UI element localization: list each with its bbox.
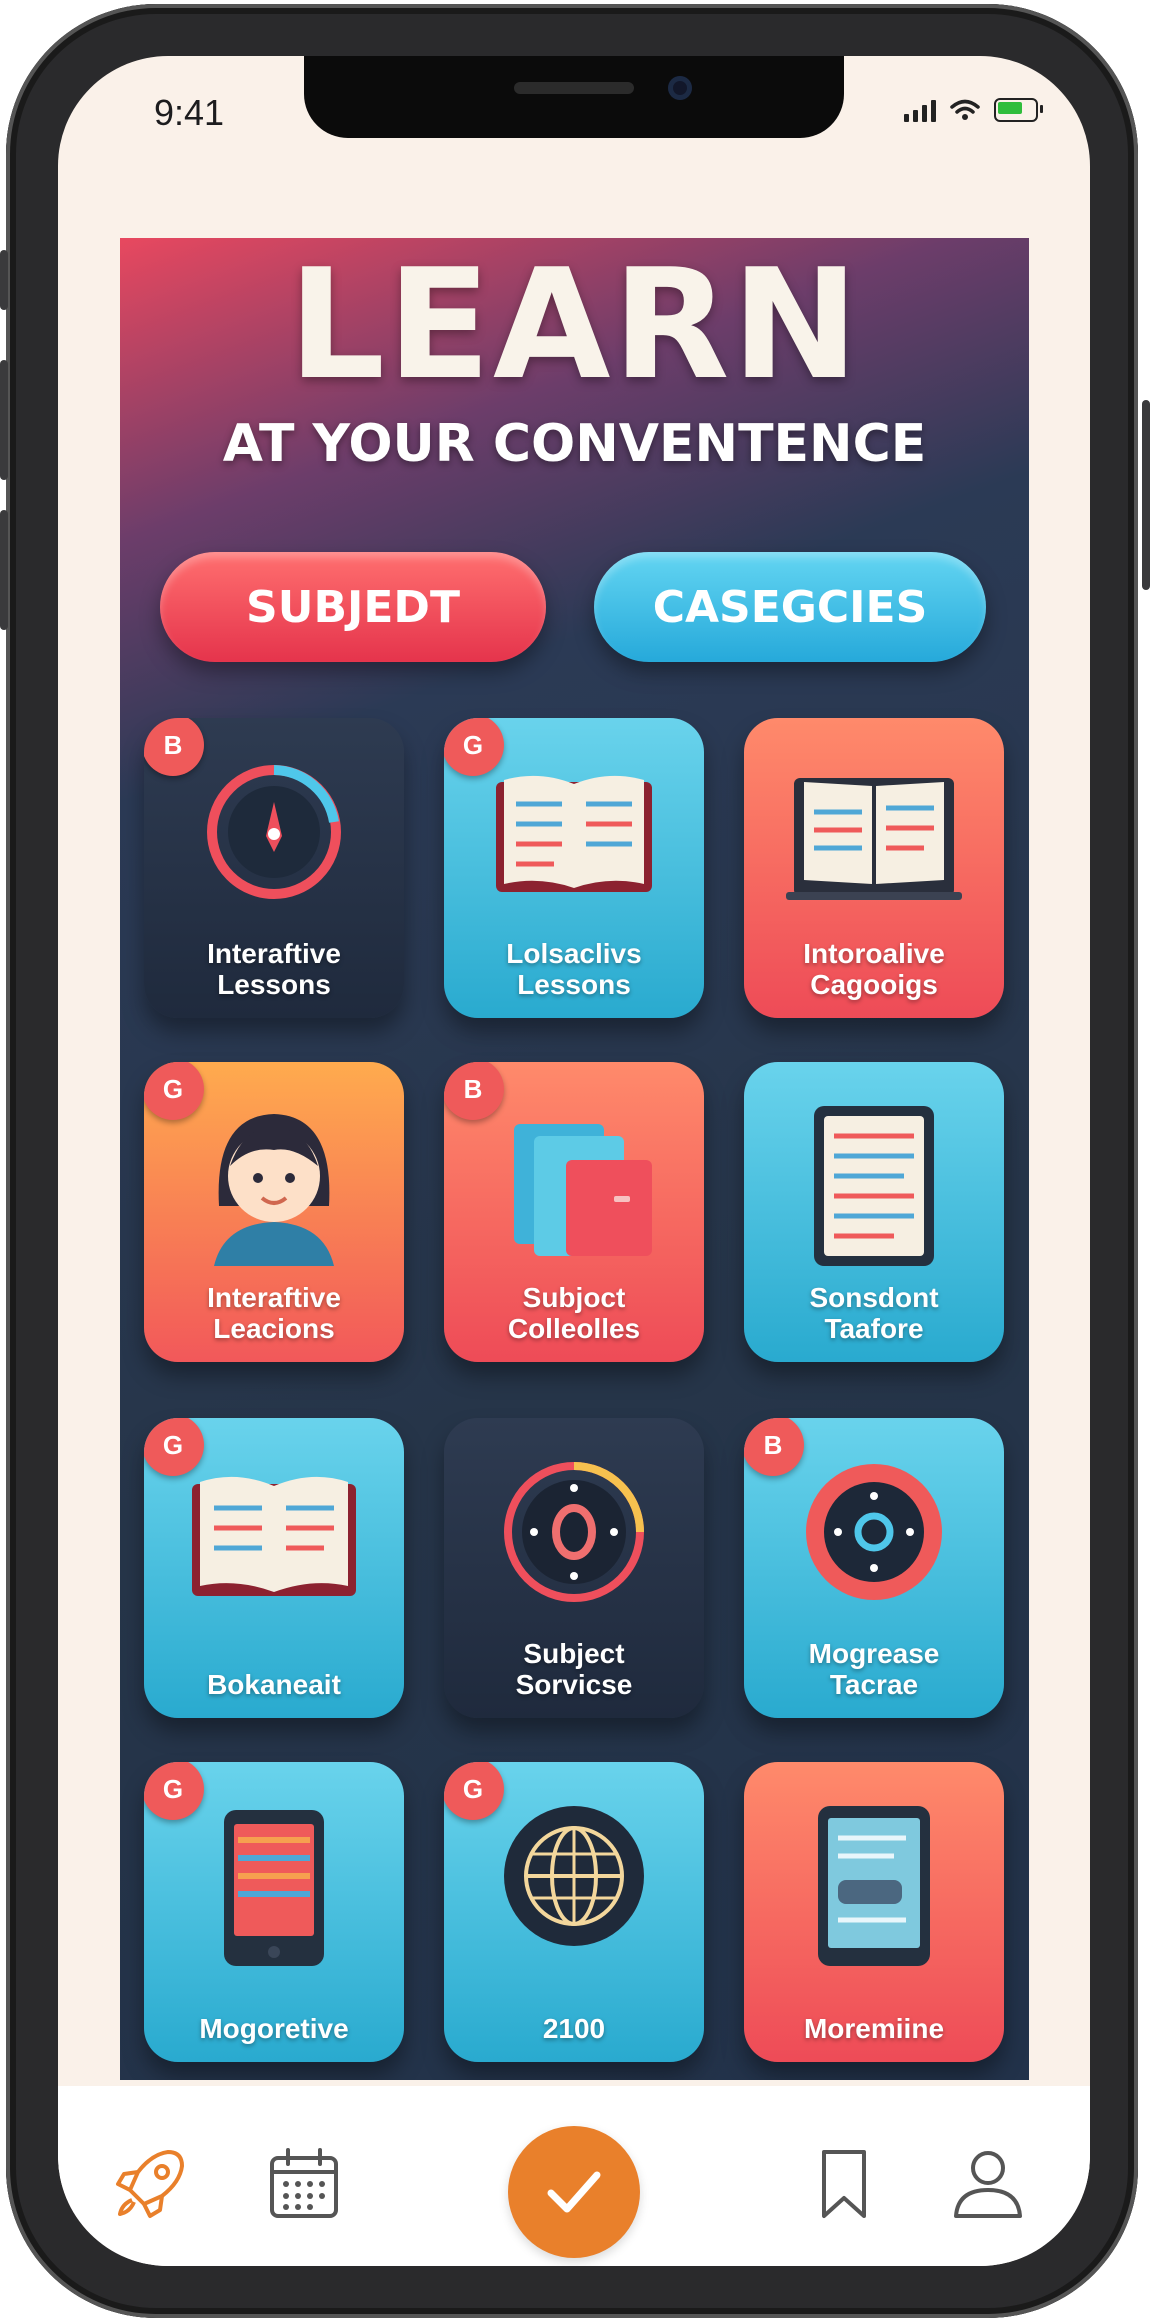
- tile-progress-tracker[interactable]: B Mogrease Tacrae: [744, 1418, 1004, 1718]
- status-time: 9:41: [154, 92, 225, 133]
- tile-interactive-lessons[interactable]: B Interaftive Lessons: [144, 718, 404, 1018]
- poster-headline: LEARN: [288, 238, 861, 413]
- checkmark-icon: [547, 2171, 601, 2213]
- poster-subheadline: AT YOUR CONVENTENCE: [222, 414, 927, 474]
- mute-switch: [0, 250, 8, 310]
- tile-interactive-learners[interactable]: G Interaftive Leacions: [144, 1062, 404, 1362]
- tab-bookmarks[interactable]: [804, 2144, 884, 2224]
- tile-subject-services[interactable]: Subject Sorvicse: [444, 1418, 704, 1718]
- tile-label: Subjoct Colleolles: [507, 1282, 641, 1344]
- tab-explore[interactable]: [110, 2144, 190, 2224]
- tab-calendar[interactable]: [264, 2144, 344, 2224]
- tile-categories[interactable]: Intoroalive Cagooigs: [744, 718, 1004, 1018]
- tile-label: 2100: [542, 2013, 606, 2044]
- tile-label: Interaftive Leacions: [207, 1282, 341, 1344]
- tablet-icon: [224, 1810, 324, 1966]
- document-icon: [814, 1106, 934, 1266]
- tablet-icon: [818, 1806, 930, 1966]
- promo-poster: LEARN AT YOUR CONVENTENCE SUBJEDT CASEGC…: [120, 238, 1029, 2080]
- globe-icon: [504, 1806, 644, 1946]
- front-camera: [668, 76, 692, 100]
- calendar-icon: [270, 2148, 338, 2218]
- tile-lessons[interactable]: G Lolsaclivs Lessons: [444, 718, 704, 1018]
- student-avatar-icon: [214, 1114, 334, 1266]
- stacked-books-icon: [514, 1124, 652, 1256]
- tile-label: Moremiine: [803, 2013, 945, 2044]
- tile-label: Subject Sorvicse: [515, 1638, 633, 1700]
- tile-subject-collections[interactable]: B Subjoct Colleolles: [444, 1062, 704, 1362]
- volume-up-button: [0, 360, 8, 480]
- tile-global[interactable]: G 2100: [444, 1762, 704, 2062]
- tile-motivation[interactable]: G Mogoretive: [144, 1762, 404, 2062]
- tile-label: Mogrease Tacrae: [808, 1638, 940, 1700]
- tile-student-resources[interactable]: Sonsdont Taafore: [744, 1062, 1004, 1362]
- profile-icon: [954, 2151, 1022, 2218]
- tile-label: Interaftive Lessons: [207, 938, 341, 1000]
- notch: [304, 56, 844, 138]
- status-icons: [904, 98, 1043, 122]
- tab-profile[interactable]: [948, 2144, 1028, 2224]
- progress-dial-icon: [806, 1464, 942, 1600]
- open-book-icon: [496, 775, 652, 892]
- tile-label: Sonsdont Taafore: [809, 1282, 939, 1344]
- volume-down-button: [0, 510, 8, 630]
- speaker-grille: [514, 82, 634, 94]
- battery-icon: [994, 98, 1043, 122]
- tile-label: Intoroalive Cagooigs: [803, 938, 945, 1000]
- tile-label: Bokaneait: [207, 1669, 341, 1700]
- bookmark-icon: [822, 2150, 866, 2218]
- compass-icon: [207, 765, 341, 899]
- open-book-icon: [786, 778, 962, 900]
- open-book-icon: [192, 1476, 356, 1596]
- tile-label: Lolsaclivs Lessons: [506, 938, 642, 1000]
- categories-button[interactable]: CASEGCIES: [594, 552, 986, 662]
- target-dial-icon: [504, 1462, 644, 1602]
- rocket-icon: [116, 2150, 184, 2218]
- screen: 9:41 LEARN AT YOUR CONVENTENCE SUBJEDT C…: [58, 56, 1090, 2266]
- power-button: [1142, 400, 1150, 590]
- bottom-tab-bar: [58, 2086, 1090, 2266]
- tile-more[interactable]: Moremiine: [744, 1762, 1004, 2062]
- cellular-signal-icon: [904, 98, 936, 122]
- wifi-icon: [950, 99, 980, 120]
- subject-button[interactable]: SUBJEDT: [160, 552, 546, 662]
- tile-label: Mogoretive: [199, 2013, 349, 2044]
- tile-bookmark[interactable]: G Bokaneait: [144, 1418, 404, 1718]
- check-action-button[interactable]: [508, 2126, 640, 2258]
